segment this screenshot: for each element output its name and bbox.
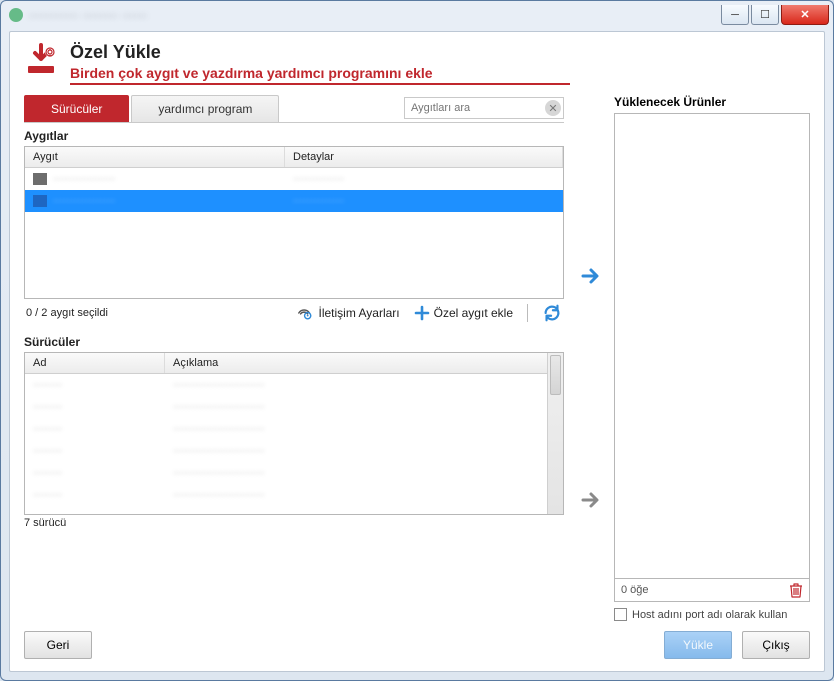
minimize-button[interactable]: ─ xyxy=(721,5,749,25)
products-title: Yüklenecek Ürünler xyxy=(614,95,810,109)
driver-row[interactable]: ································· xyxy=(25,374,563,396)
devices-grid: Aygıt Detaylar ················· ·······… xyxy=(24,146,564,299)
scrollbar-thumb[interactable] xyxy=(550,355,561,395)
devices-col-details[interactable]: Detaylar xyxy=(285,147,563,167)
driver-row[interactable]: ································· xyxy=(25,418,563,440)
refresh-button[interactable] xyxy=(542,303,562,323)
driver-count: 7 sürücü xyxy=(24,517,564,529)
devices-body[interactable]: ················· ·············· ·······… xyxy=(25,168,563,298)
add-driver-arrow[interactable] xyxy=(578,487,604,513)
drivers-col-desc[interactable]: Açıklama xyxy=(165,353,563,373)
app-icon xyxy=(9,8,23,22)
products-count: 0 öğe xyxy=(621,584,649,596)
device-details: ·············· xyxy=(285,170,563,188)
drivers-grid: Ad Açıklama ····························… xyxy=(24,352,564,515)
products-list[interactable] xyxy=(614,113,810,579)
device-row[interactable]: ················· ·············· xyxy=(25,190,563,212)
maximize-button[interactable]: ☐ xyxy=(751,5,779,25)
comm-settings-label: İletişim Ayarları xyxy=(318,306,399,320)
refresh-icon xyxy=(542,303,562,323)
client-area: Özel Yükle Birden çok aygıt ve yazdırma … xyxy=(9,31,825,672)
titlebar: ·········· ······· ····· ─ ☐ ✕ xyxy=(1,1,833,29)
drivers-col-name[interactable]: Ad xyxy=(25,353,165,373)
drivers-body[interactable]: ································· ······… xyxy=(25,374,563,514)
device-name: ················· xyxy=(53,173,115,185)
driver-row[interactable]: ································· xyxy=(25,484,563,506)
add-device-arrow[interactable] xyxy=(578,263,604,289)
arrow-right-icon xyxy=(579,488,603,512)
install-button[interactable]: Yükle xyxy=(664,631,732,659)
tab-drivers[interactable]: Sürücüler xyxy=(24,95,129,122)
devices-selected-count: 0 / 2 aygıt seçildi xyxy=(26,307,108,319)
tab-utility[interactable]: yardımcı program xyxy=(131,95,279,122)
drivers-title: Sürücüler xyxy=(24,335,564,349)
page-subtitle: Birden çok aygıt ve yazdırma yardımcı pr… xyxy=(70,65,570,81)
header-underline xyxy=(70,83,570,85)
add-custom-label: Özel aygıt ekle xyxy=(434,306,513,320)
use-hostname-checkbox[interactable]: Host adını port adı olarak kullan xyxy=(614,608,810,621)
drivers-scrollbar[interactable] xyxy=(547,353,563,514)
window-title: ·········· ······· ····· xyxy=(29,8,148,22)
use-hostname-label: Host adını port adı olarak kullan xyxy=(632,609,787,621)
communication-settings-link[interactable]: İletişim Ayarları xyxy=(296,305,399,321)
exit-button[interactable]: Çıkış xyxy=(742,631,810,659)
driver-row[interactable]: ································· xyxy=(25,440,563,462)
printer-icon xyxy=(33,173,47,185)
signal-gear-icon xyxy=(296,305,314,321)
clear-search-icon[interactable]: ✕ xyxy=(545,100,561,116)
devices-col-device[interactable]: Aygıt xyxy=(25,147,285,167)
page-title: Özel Yükle xyxy=(70,42,570,63)
page-header: Özel Yükle Birden çok aygıt ve yazdırma … xyxy=(24,42,810,85)
close-button[interactable]: ✕ xyxy=(781,5,829,25)
download-icon xyxy=(24,42,58,76)
device-row[interactable]: ················· ·············· xyxy=(25,168,563,190)
checkbox-icon xyxy=(614,608,627,621)
arrow-right-icon xyxy=(579,264,603,288)
device-name: ················· xyxy=(53,195,115,207)
search-input[interactable] xyxy=(404,97,564,119)
trash-icon[interactable] xyxy=(789,582,803,598)
app-window: ·········· ······· ····· ─ ☐ ✕ Özel Yükl… xyxy=(0,0,834,681)
add-custom-device-link[interactable]: Özel aygıt ekle xyxy=(414,305,513,321)
driver-row[interactable]: ································· xyxy=(25,462,563,484)
device-details: ·············· xyxy=(285,192,563,210)
plus-icon xyxy=(414,305,430,321)
separator xyxy=(527,304,528,322)
devices-title: Aygıtlar xyxy=(24,129,564,143)
printer-icon xyxy=(33,195,47,207)
back-button[interactable]: Geri xyxy=(24,631,92,659)
driver-row[interactable]: ································· xyxy=(25,396,563,418)
